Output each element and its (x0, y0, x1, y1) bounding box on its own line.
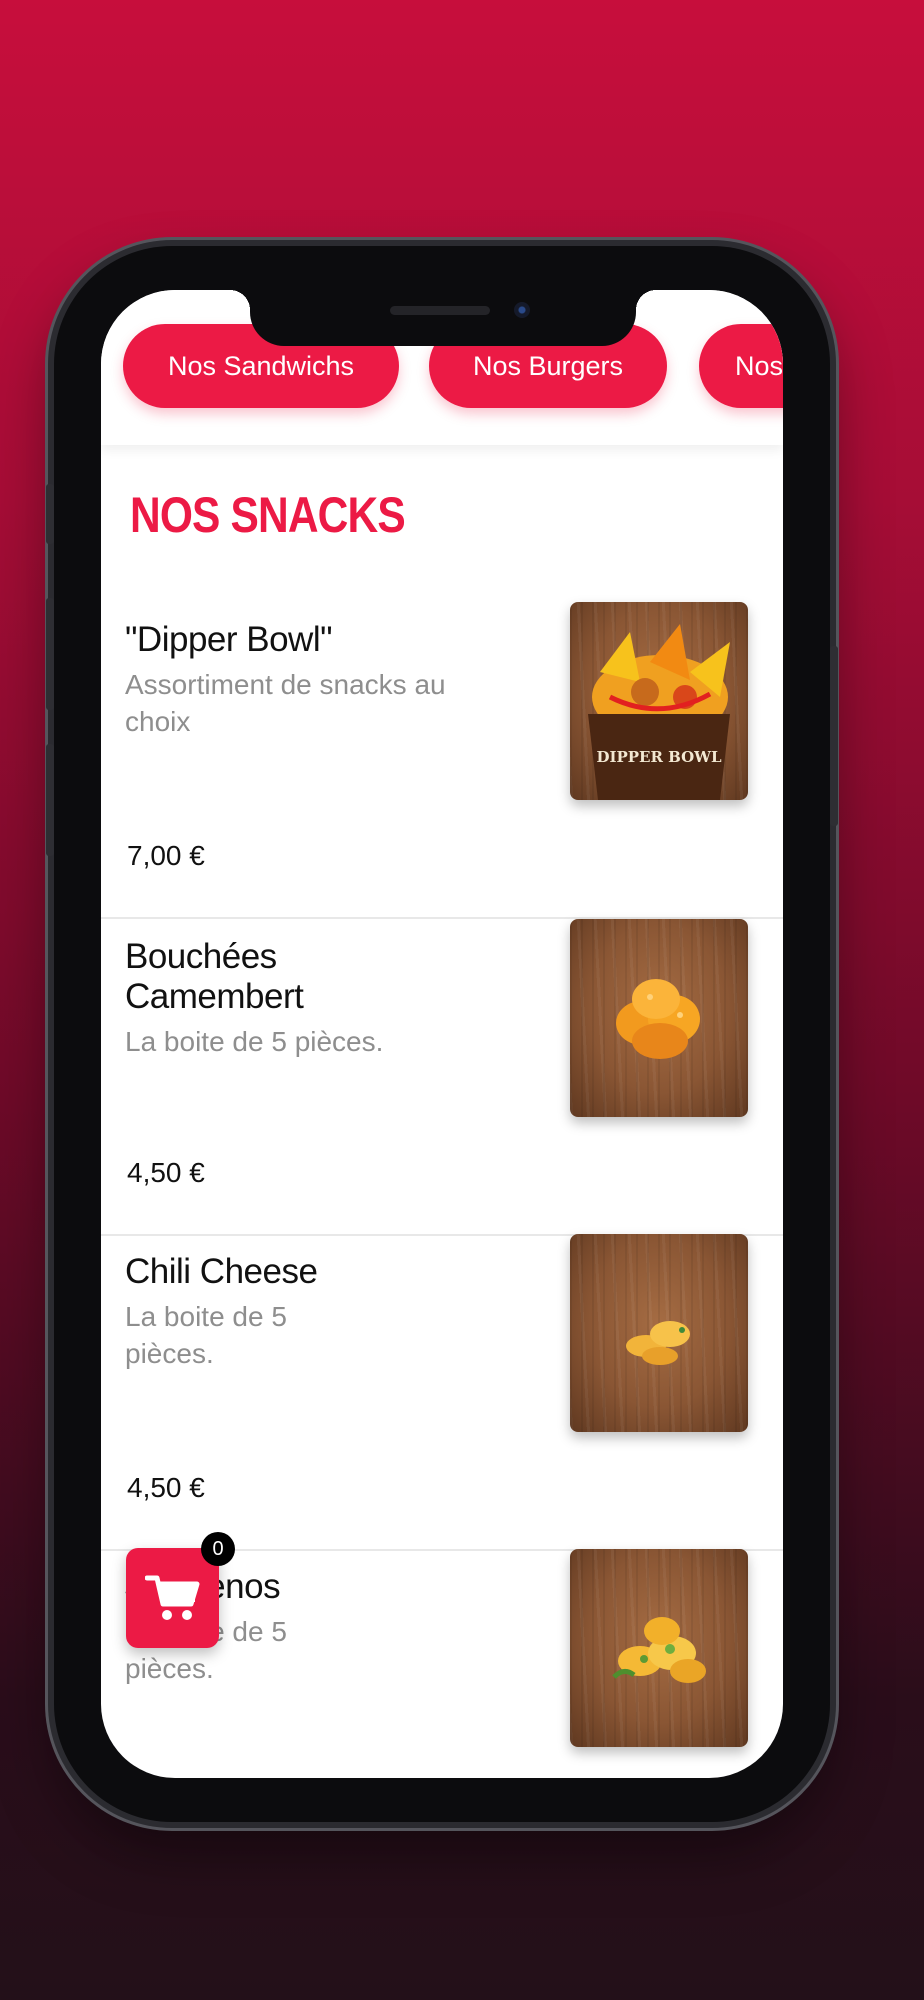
item-price: 4,50 € (127, 1472, 205, 1503)
phone-notch (230, 290, 656, 346)
menu-item[interactable]: Chili Cheese La boite de 5 pièces. 4,50 … (101, 1234, 783, 1551)
jalapenos-photo (612, 1617, 706, 1683)
item-name: Chili Cheese (125, 1252, 318, 1291)
phone-volume-up (46, 598, 54, 710)
item-description: La boite de 5 pièces. (125, 1301, 287, 1369)
category-pill-label: Nos (735, 350, 783, 381)
chili-cheese-photo (626, 1321, 690, 1365)
cart-count-badge: 0 (201, 1532, 235, 1566)
item-image (570, 1549, 748, 1747)
item-image (570, 1234, 748, 1432)
item-name: "Dipper Bowl" (125, 620, 333, 659)
camembert-bites-photo (616, 979, 700, 1059)
phone-volume-down (46, 744, 54, 856)
menu-item[interactable]: "Dipper Bowl" Assortiment de snacks au c… (101, 602, 783, 919)
phone-power-button (830, 646, 838, 826)
category-pill-next[interactable]: Nos (699, 324, 783, 408)
front-camera (514, 302, 530, 318)
item-image (570, 919, 748, 1117)
app-screen: Nos Sandwichs Nos Burgers Nos NOS SNACKS… (101, 290, 783, 1778)
item-name: Bouchées Camembert (125, 937, 304, 1016)
dipper-bowl-photo: DIPPER BOWL (588, 624, 730, 800)
item-price: 7,00 € (127, 840, 205, 871)
item-image: DIPPER BOWL (570, 602, 748, 800)
image-caption: DIPPER BOWL (596, 748, 722, 766)
item-description: Assortiment de snacks au choix (125, 669, 446, 737)
cart-icon (144, 1575, 199, 1620)
speaker-grille (390, 306, 490, 315)
phone-silent-switch (46, 484, 54, 544)
menu-item[interactable]: Bouchées Camembert La boite de 5 pièces.… (101, 919, 783, 1236)
item-description: La boite de 5 pièces. (125, 1026, 384, 1057)
item-price: 4,50 € (127, 1157, 205, 1188)
section-title: NOS SNACKS (130, 487, 406, 543)
cart-button[interactable] (126, 1548, 219, 1648)
